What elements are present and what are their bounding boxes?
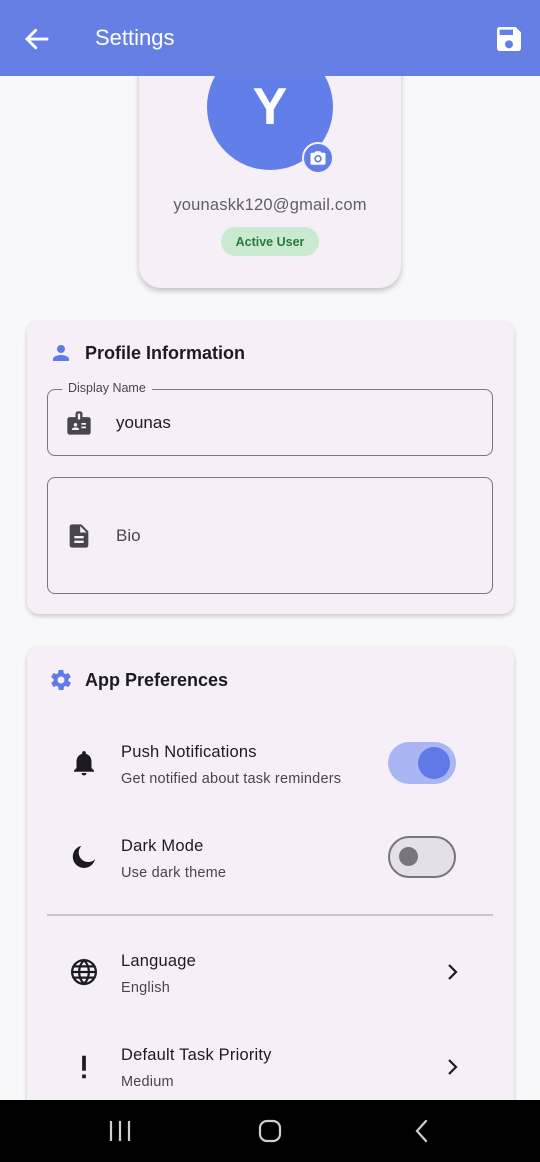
back-icon[interactable] [407, 1117, 437, 1145]
change-photo-button[interactable] [302, 142, 334, 174]
divider [47, 914, 493, 916]
default-priority-row[interactable]: Default Task Priority Medium [27, 1027, 514, 1100]
pref-title: Language [121, 952, 197, 970]
language-row[interactable]: Language English [27, 933, 514, 1013]
person-icon [53, 345, 69, 361]
camera-icon [310, 151, 326, 165]
badge-icon [67, 411, 91, 435]
dark-mode-switch[interactable] [388, 836, 456, 878]
app-preferences-header: App Preferences [49, 668, 228, 692]
app-bar: Settings [0, 0, 540, 76]
push-notifications-row[interactable]: Push Notifications Get notified about ta… [27, 723, 514, 803]
user-email: younaskk120@gmail.com [173, 196, 367, 214]
switch-knob [399, 847, 418, 866]
globe-icon [71, 958, 97, 986]
pref-subtitle: Medium [121, 1074, 174, 1090]
pref-subtitle: English [121, 980, 170, 996]
bell-icon [74, 751, 94, 776]
profile-information-header: Profile Information [49, 341, 245, 365]
push-notifications-switch[interactable] [388, 742, 456, 784]
arrow-back-icon[interactable] [22, 24, 52, 54]
app-preferences-card: App Preferences Push Notifications Get n… [27, 647, 514, 1100]
chevron-right-icon [448, 964, 458, 980]
display-name-value: younas [116, 413, 171, 432]
page-title: Settings [95, 25, 175, 50]
bio-field[interactable]: Bio [47, 477, 493, 594]
status-badge: Active User [221, 227, 319, 256]
display-name-field[interactable]: Display Name younas [47, 381, 493, 456]
profile-information-card: Profile Information Display Name younas … [27, 321, 514, 614]
pref-subtitle: Get notified about task reminders [121, 771, 342, 787]
document-icon [69, 524, 89, 548]
settings-screen: Y younaskk120@gmail.com Active User Prof… [0, 0, 540, 1100]
display-name-label: Display Name [62, 381, 152, 395]
chevron-right-icon [448, 1059, 458, 1075]
recent-apps-icon[interactable] [105, 1117, 135, 1145]
bio-placeholder: Bio [116, 526, 141, 545]
system-navigation-bar [0, 1100, 540, 1162]
home-icon[interactable] [255, 1117, 285, 1145]
section-title: Profile Information [85, 342, 246, 363]
pref-title: Dark Mode [121, 837, 204, 855]
dark-mode-row[interactable]: Dark Mode Use dark theme [27, 818, 514, 898]
pref-subtitle: Use dark theme [121, 865, 227, 881]
section-title: App Preferences [85, 669, 229, 690]
priority-icon [82, 1055, 86, 1079]
save-icon[interactable] [493, 23, 525, 55]
moon-icon [72, 845, 95, 868]
pref-title: Default Task Priority [121, 1046, 272, 1064]
switch-knob [418, 747, 450, 779]
gear-icon [51, 669, 71, 690]
avatar-letter: Y [252, 78, 288, 136]
pref-title: Push Notifications [121, 743, 257, 761]
